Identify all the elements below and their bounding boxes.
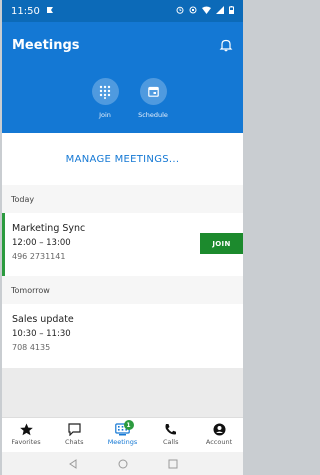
nav-item-favorites[interactable]: Favorites [2, 418, 50, 453]
battery-icon [229, 5, 234, 17]
phone-icon [165, 424, 177, 435]
nav-label: Chats [64, 438, 84, 446]
page-title: Meetings [12, 38, 80, 53]
section-today: Today Marketing Sync 12:00 – 13:00 496 2… [2, 185, 243, 276]
home-icon[interactable] [118, 459, 128, 469]
status-time: 11:50 [11, 5, 40, 17]
nav-item-calls[interactable]: Calls [147, 418, 195, 453]
nav-item-account[interactable]: Account [195, 418, 243, 453]
nav-label: Meetings [107, 438, 138, 446]
meeting-number: 708 4135 [12, 343, 51, 352]
meeting-time: 10:30 – 11:30 [12, 329, 71, 339]
status-bar: 11:50 [2, 0, 243, 22]
header: Meetings Join Schedule [2, 22, 243, 133]
meeting-name: Sales update [12, 314, 74, 325]
bell-icon[interactable] [219, 37, 233, 52]
calendar-icon [139, 78, 167, 105]
nav-item-meetings[interactable]: 1 Meetings [99, 418, 147, 453]
nav-label: Account [205, 438, 233, 446]
schedule-action-label: Schedule [138, 111, 168, 119]
section-header: Today [2, 185, 243, 213]
dialpad-icon [91, 78, 119, 105]
alarm-icon [176, 6, 184, 17]
join-button[interactable]: JOIN [200, 233, 243, 254]
nav-label: Calls [162, 438, 179, 446]
vibrate-icon [189, 6, 197, 17]
nav-item-chats[interactable]: Chats [50, 418, 98, 453]
bottom-nav: Favorites Chats 1 Meetings Calls Account [2, 417, 243, 453]
manage-meetings-button[interactable]: MANAGE MEETINGS... [2, 133, 243, 185]
phone-screen: 11:50 Meetings Join Schedule MANAGE MEET… [2, 0, 243, 475]
current-meeting-indicator [2, 213, 5, 276]
section-tomorrow: Tomorrow Sales update 10:30 – 11:30 708 … [2, 276, 243, 368]
section-header: Tomorrow [2, 276, 243, 304]
meeting-item[interactable]: Sales update 10:30 – 11:30 708 4135 [2, 304, 243, 368]
recents-icon[interactable] [168, 459, 178, 469]
join-action-label: Join [99, 111, 111, 119]
schedule-action-button[interactable]: Schedule [137, 78, 169, 119]
star-icon [19, 423, 33, 436]
nav-label: Favorites [11, 438, 41, 446]
meetings-badge: 1 [123, 420, 134, 430]
join-action-button[interactable]: Join [89, 78, 121, 119]
signal-icon [216, 5, 224, 17]
notification-icon [46, 6, 54, 17]
back-icon[interactable] [68, 458, 78, 469]
meeting-item[interactable]: Marketing Sync 12:00 – 13:00 496 2731141… [2, 213, 243, 276]
wifi-icon [202, 6, 211, 17]
account-icon [213, 423, 225, 436]
system-nav-bar [2, 452, 243, 475]
chat-icon [68, 423, 81, 436]
